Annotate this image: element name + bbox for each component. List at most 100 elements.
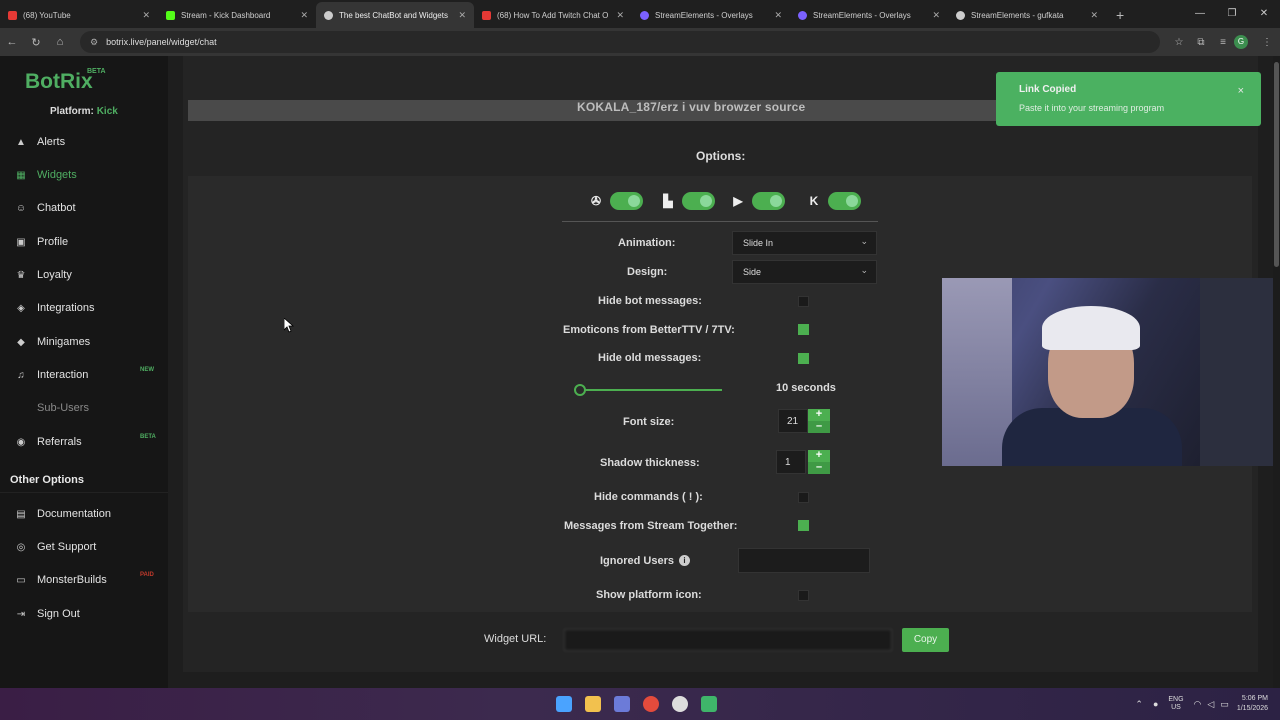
volume-icon[interactable]: ◁: [1207, 699, 1214, 710]
close-icon[interactable]: ✕: [616, 10, 624, 21]
sidebar-item-loyalty[interactable]: ♛ Loyalty: [14, 265, 164, 285]
show-platform-label: Show platform icon:: [596, 589, 702, 601]
sidebar-item-integrations[interactable]: ◈ Integrations: [14, 298, 164, 318]
platform-toggle-youtube[interactable]: [752, 192, 785, 210]
chevron-down-icon: ⌄: [860, 265, 868, 275]
sidebar-item-minigames[interactable]: ◆ Minigames: [14, 332, 164, 352]
tab-search-icon[interactable]: ≡: [1212, 37, 1234, 48]
clock[interactable]: 5:06 PM 1/15/2026: [1237, 694, 1268, 714]
scrollbar-thumb[interactable]: [1274, 62, 1279, 267]
decrement-button[interactable]: –: [808, 462, 830, 474]
chevron-up-icon[interactable]: ⌃: [1135, 699, 1143, 710]
browser-tab[interactable]: (68) How To Add Twitch Chat O ✕: [474, 2, 632, 28]
logo-badge: BETA: [87, 68, 106, 75]
close-icon[interactable]: ×: [1238, 85, 1244, 97]
other-options-heading: Other Options: [10, 474, 84, 486]
ignored-users-input[interactable]: [738, 548, 870, 573]
close-icon[interactable]: ✕: [1090, 10, 1098, 21]
animation-select[interactable]: Slide In ⌄: [732, 231, 877, 255]
chrome-icon[interactable]: [643, 696, 659, 712]
close-icon[interactable]: ✕: [932, 10, 940, 21]
browser-tab[interactable]: StreamElements - Overlays ✕: [632, 2, 790, 28]
info-icon[interactable]: i: [679, 555, 690, 566]
url-input[interactable]: ⚙ botrix.live/panel/widget/chat: [80, 31, 1160, 53]
wifi-icon[interactable]: ◠: [1194, 699, 1202, 710]
obs-icon[interactable]: [672, 696, 688, 712]
browser-tab[interactable]: StreamElements - gufkata ✕: [948, 2, 1106, 28]
hide-old-slider-thumb[interactable]: [574, 384, 586, 396]
sidebar-item-get-support[interactable]: ◎ Get Support: [14, 537, 164, 557]
monitor-icon: ▭: [16, 574, 26, 586]
close-icon[interactable]: ✕: [142, 10, 150, 21]
platform-toggle-twitch[interactable]: [682, 192, 715, 210]
sidebar-item-documentation[interactable]: ▤ Documentation: [14, 504, 164, 524]
back-icon[interactable]: ←: [0, 36, 24, 48]
microphone-icon[interactable]: ●: [1153, 699, 1158, 709]
reload-icon[interactable]: ↻: [24, 36, 48, 49]
minimize-icon[interactable]: —: [1184, 0, 1216, 28]
sidebar-item-widgets[interactable]: ▦ Widgets: [14, 165, 164, 185]
language-indicator[interactable]: ENG US: [1168, 696, 1183, 712]
youtube-icon: [8, 10, 17, 20]
window-controls: — ❐ ✕: [1184, 0, 1280, 28]
hide-old-checkbox[interactable]: [798, 353, 809, 364]
mouse-cursor-icon: [284, 318, 294, 333]
taskbar: ⌃ ● ENG US ◠ ◁ ▭ 5:06 PM 1/15/2026: [0, 688, 1280, 720]
close-window-icon[interactable]: ✕: [1248, 0, 1280, 28]
toast-title: Link Copied: [1019, 84, 1077, 95]
webcam-background: [942, 278, 1012, 466]
extensions-icon[interactable]: ⧉: [1190, 37, 1212, 48]
taskbar-apps: [556, 696, 730, 712]
hide-commands-checkbox[interactable]: [798, 492, 809, 503]
emoticons-label: Emoticons from BetterTTV / 7TV:: [563, 324, 735, 336]
copy-button[interactable]: Copy: [902, 628, 949, 652]
kick-icon: K: [809, 194, 819, 208]
sidebar-item-profile[interactable]: ▣ Profile: [14, 232, 164, 252]
browser-tab[interactable]: StreamElements - Overlays ✕: [790, 2, 948, 28]
discord-icon[interactable]: [614, 696, 630, 712]
battery-icon[interactable]: ▭: [1220, 699, 1229, 710]
divider: [0, 492, 168, 493]
stream-together-label: Messages from Stream Together:: [564, 520, 738, 532]
close-icon[interactable]: ✕: [300, 10, 308, 21]
sidebar-item-sign-out[interactable]: ⇥ Sign Out: [14, 604, 164, 624]
app-icon[interactable]: [701, 696, 717, 712]
decrement-button[interactable]: –: [808, 421, 830, 433]
system-tray: ⌃ ● ENG US ◠ ◁ ▭ 5:06 PM 1/15/2026: [1135, 694, 1268, 714]
logo[interactable]: BotRix: [25, 70, 93, 94]
botrix-icon: [324, 10, 333, 20]
browser-tab-active[interactable]: The best ChatBot and Widgets ✕: [316, 2, 474, 28]
maximize-icon[interactable]: ❐: [1216, 0, 1248, 28]
globe-icon: [956, 10, 965, 20]
platform-toggle-1[interactable]: [610, 192, 643, 210]
windows-start-icon[interactable]: [556, 696, 572, 712]
sidebar-item-alerts[interactable]: ▲ Alerts: [14, 132, 164, 152]
show-platform-checkbox[interactable]: [798, 590, 809, 601]
emoticons-checkbox[interactable]: [798, 324, 809, 335]
close-icon[interactable]: ✕: [458, 10, 466, 21]
home-icon[interactable]: ⌂: [48, 36, 72, 48]
menu-icon[interactable]: ⋮: [1256, 37, 1278, 48]
font-size-input[interactable]: 21: [778, 409, 808, 433]
star-icon[interactable]: ☆: [1168, 37, 1190, 48]
browser-tab[interactable]: (68) YouTube ✕: [0, 2, 158, 28]
file-explorer-icon[interactable]: [585, 696, 601, 712]
address-bar: ← ↻ ⌂ ⚙ botrix.live/panel/widget/chat ☆ …: [0, 28, 1280, 56]
hide-bot-checkbox[interactable]: [798, 296, 809, 307]
referrals-icon: ◉: [16, 436, 26, 448]
widget-url-field[interactable]: [564, 629, 892, 651]
new-tab-button[interactable]: +: [1106, 2, 1134, 28]
design-select[interactable]: Side ⌄: [732, 260, 877, 284]
profile-icon[interactable]: G: [1234, 35, 1256, 49]
site-info-icon[interactable]: ⚙: [90, 37, 98, 48]
integrations-icon: ◈: [17, 302, 25, 314]
hide-old-slider-track[interactable]: [580, 389, 722, 391]
shadow-input[interactable]: 1: [776, 450, 806, 474]
platform-toggle-kick[interactable]: [828, 192, 861, 210]
new-badge: NEW: [140, 367, 154, 373]
close-icon[interactable]: ✕: [774, 10, 782, 21]
sidebar-item-sub-users[interactable]: Sub-Users: [14, 398, 164, 418]
stream-together-checkbox[interactable]: [798, 520, 809, 531]
sidebar-item-chatbot[interactable]: ☺ Chatbot: [14, 198, 164, 218]
browser-tab[interactable]: Stream - Kick Dashboard ✕: [158, 2, 316, 28]
